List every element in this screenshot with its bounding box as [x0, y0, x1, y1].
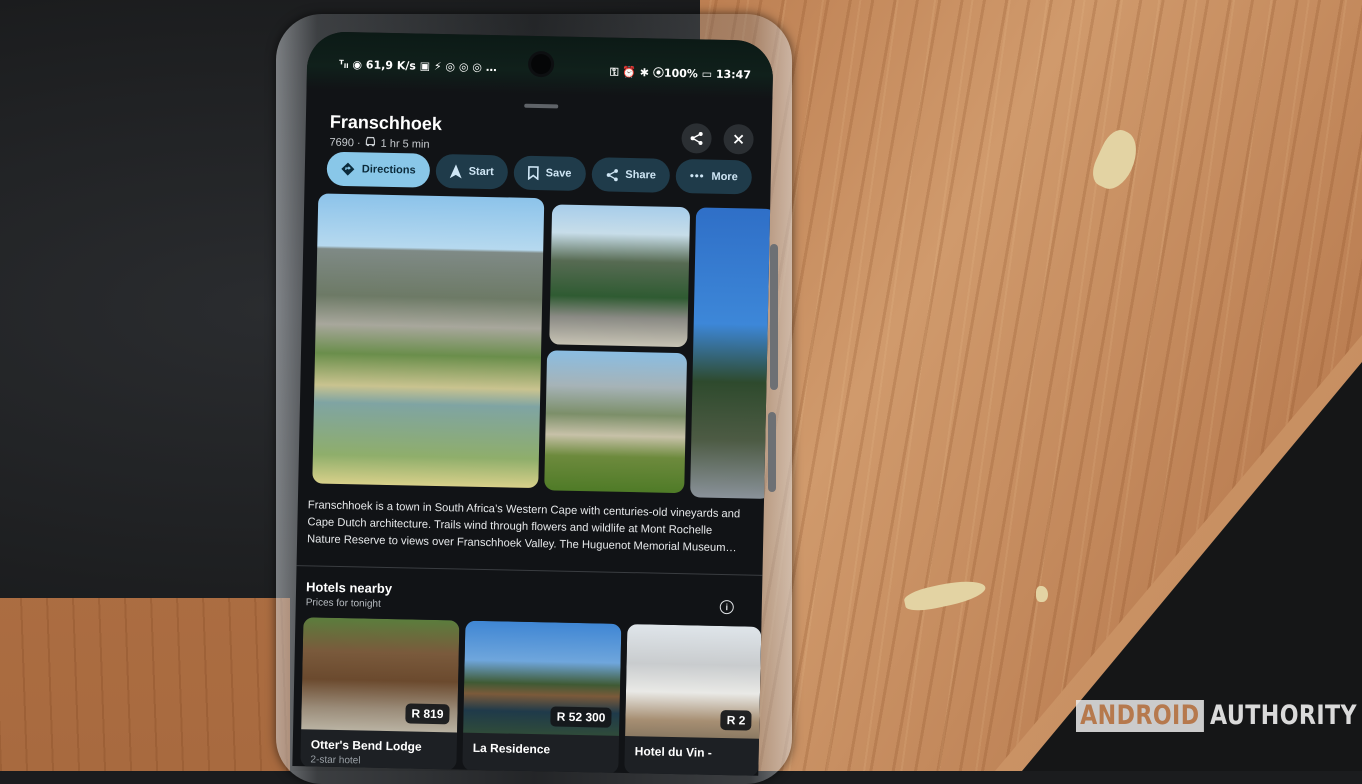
- hotel-name: La Residence: [472, 740, 551, 757]
- directions-button[interactable]: Directions: [326, 151, 431, 188]
- watermark-text: AUTHORITY: [1209, 700, 1357, 731]
- sheet-drag-handle[interactable]: [524, 103, 559, 109]
- place-description[interactable]: Franschhoek is a town in South Africa’s …: [307, 497, 744, 557]
- info-icon[interactable]: i: [719, 599, 734, 615]
- directions-label: Directions: [361, 163, 416, 177]
- share-top-button[interactable]: [681, 123, 712, 154]
- hotel-card[interactable]: R 819 Otter's Bend Lodge 2-star hotel: [300, 617, 460, 771]
- phone-screen: ᵀₗₗ ◉ 61,9 K/s ▣ ⚡ ◎ ◎ ◎ … ⚿ ⏰ ✱ ⦿100% ▭…: [292, 31, 774, 776]
- share-button[interactable]: Share: [591, 157, 671, 193]
- place-title: Franschhoek: [329, 111, 443, 135]
- photo-tree-building[interactable]: [690, 207, 774, 499]
- bookmark-icon: [527, 166, 539, 181]
- start-label: Start: [468, 165, 494, 179]
- photo-mountain-road[interactable]: [549, 204, 691, 348]
- wood-chip: [1036, 586, 1048, 602]
- hotel-name: Otter's Bend Lodge: [310, 737, 422, 754]
- action-chips: Directions Start Save Share ••• More: [326, 151, 753, 195]
- place-subtitle: 7690 · 1 hr 5 min: [329, 136, 429, 151]
- watermark-box: ANDROID: [1076, 700, 1204, 732]
- hotels-subheading: Prices for tonight: [305, 597, 381, 610]
- more-button[interactable]: ••• More: [675, 158, 753, 195]
- hotels-heading: Hotels nearby: [305, 579, 393, 597]
- share-label: Share: [625, 168, 657, 182]
- photo-mountain-lake[interactable]: [312, 193, 545, 489]
- drive-time: 1 hr 5 min: [380, 137, 430, 151]
- hotel-card[interactable]: R 2 Hotel du Vin -: [624, 624, 762, 776]
- watermark: ANDROID AUTHORITY: [1076, 700, 1362, 732]
- start-button[interactable]: Start: [435, 153, 509, 190]
- share-icon: [690, 131, 703, 145]
- save-label: Save: [545, 167, 572, 180]
- more-label: More: [711, 170, 738, 184]
- close-button[interactable]: [723, 123, 754, 155]
- share-icon: [606, 168, 618, 181]
- price-badge: R 2: [720, 710, 752, 731]
- phone-side-button: [770, 244, 778, 390]
- save-button[interactable]: Save: [513, 155, 586, 192]
- directions-icon: [341, 162, 355, 176]
- hotel-class: 2-star hotel: [310, 754, 361, 767]
- car-icon: [364, 136, 376, 149]
- price-badge: R 819: [405, 703, 450, 725]
- hotel-name: Hotel du Vin -: [634, 744, 712, 760]
- more-dots-icon: •••: [689, 170, 705, 183]
- navigation-arrow-icon: [449, 164, 462, 179]
- place-meta: 7690 ·: [329, 136, 361, 149]
- status-bar-right: ⚿ ⏰ ✱ ⦿100% ▭ 13:47: [609, 65, 752, 82]
- phone-side-button: [768, 412, 776, 492]
- close-icon: [733, 134, 744, 144]
- hotel-card[interactable]: R 52 300 La Residence: [462, 620, 622, 774]
- price-badge: R 52 300: [550, 706, 612, 728]
- section-divider: [296, 565, 763, 576]
- photo-vineyard[interactable]: [544, 350, 688, 494]
